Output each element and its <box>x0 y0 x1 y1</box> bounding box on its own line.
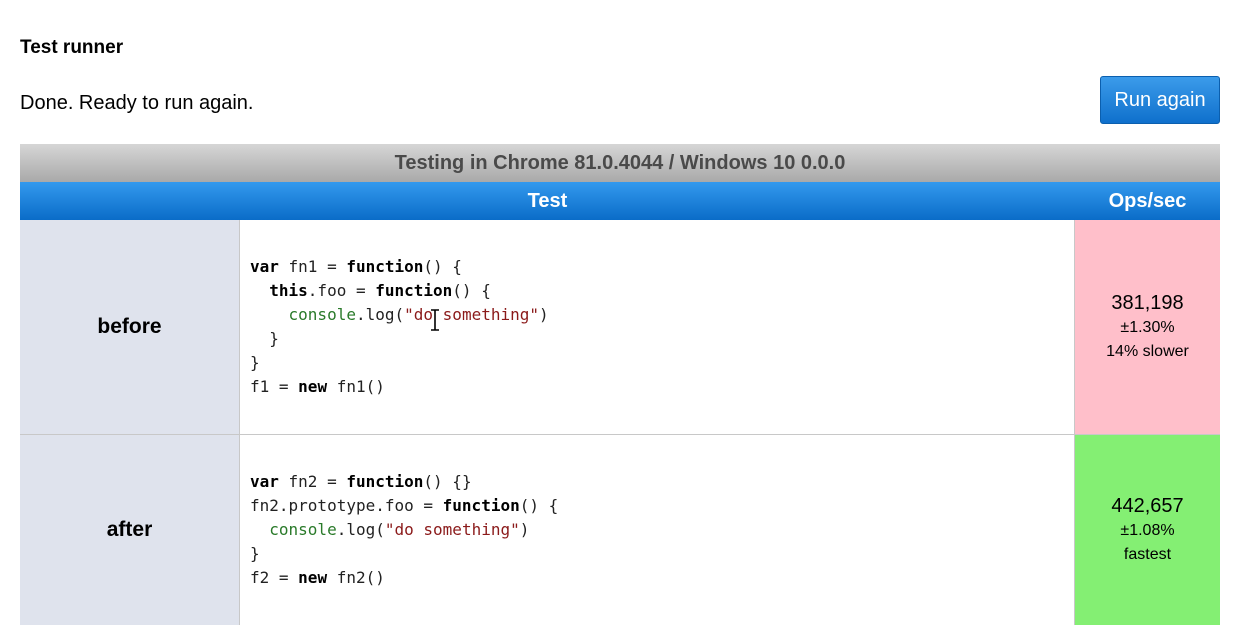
page-title: Test runner <box>20 37 124 58</box>
column-header-ops: Ops/sec <box>1108 190 1187 212</box>
table-row: after var fn2 = function() {} fn2.protot… <box>20 435 1220 625</box>
ops-value: 442,657 <box>1111 495 1184 517</box>
code-block: var fn1 = function() { this.foo = functi… <box>250 257 549 396</box>
test-code-after[interactable]: var fn2 = function() {} fn2.prototype.fo… <box>240 435 1075 625</box>
text-cursor-icon <box>431 309 439 331</box>
code-block: var fn2 = function() {} fn2.prototype.fo… <box>250 472 559 587</box>
ops-value: 381,198 <box>1111 292 1184 314</box>
table-header: Test Ops/sec <box>20 182 1220 220</box>
ops-error: ±1.08% <box>1120 522 1175 539</box>
test-name-after: after <box>20 435 240 625</box>
results-table: Testing in Chrome 81.0.4044 / Windows 10… <box>20 144 1220 644</box>
ops-cell-after: 442,657 ±1.08% fastest <box>1075 435 1220 625</box>
table-caption: Testing in Chrome 81.0.4044 / Windows 10… <box>20 144 1220 182</box>
test-name-before: before <box>20 220 240 434</box>
test-runner-page: Test runner Done. Ready to run again. Ru… <box>0 0 1236 644</box>
ops-error: ±1.30% <box>1120 319 1175 336</box>
ops-relative: fastest <box>1123 546 1172 563</box>
run-again-button[interactable]: Run again <box>1100 76 1220 124</box>
ops-relative: 14% slower <box>1106 343 1189 360</box>
test-code-before[interactable]: var fn1 = function() { this.foo = functi… <box>240 220 1075 434</box>
column-header-test: Test <box>527 190 568 212</box>
ops-cell-before: 381,198 ±1.30% 14% slower <box>1075 220 1220 434</box>
table-row: before var fn1 = function() { this.foo =… <box>20 220 1220 435</box>
status-message: Done. Ready to run again. <box>20 92 254 114</box>
